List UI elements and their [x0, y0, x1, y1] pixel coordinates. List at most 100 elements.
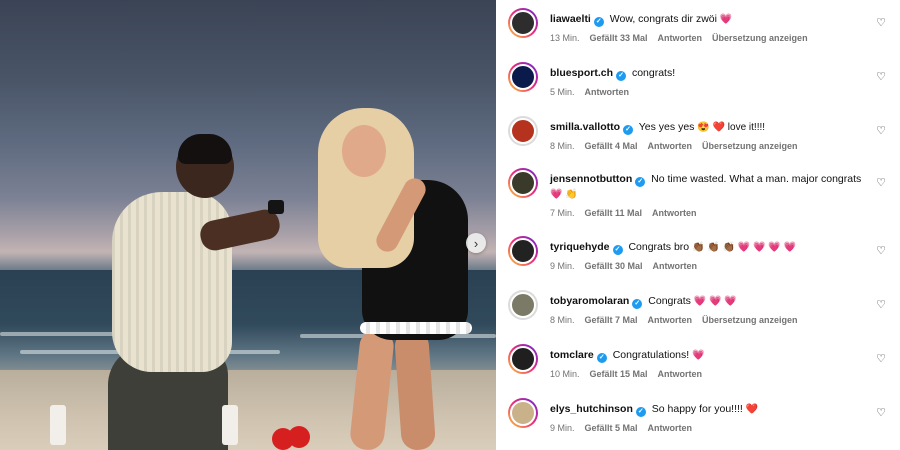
verified-badge-icon: ✓: [593, 17, 604, 27]
comment-meta: 9 Min. Gefällt 30 Mal Antworten: [550, 261, 870, 271]
photo-heart-balloon: [288, 426, 310, 448]
comment-body: elys_hutchinson ✓ So happy for you!!!! ❤️…: [550, 402, 870, 433]
comment-username[interactable]: tyriquehyde: [550, 241, 610, 253]
comment-line: tomclare ✓ Congratulations! 💗: [550, 348, 870, 363]
comment-likes[interactable]: Gefällt 11 Mal: [585, 208, 643, 218]
comment-username[interactable]: smilla.vallotto: [550, 121, 620, 133]
comment-line: bluesport.ch ✓ congrats!: [550, 66, 870, 81]
heart-outline-icon[interactable]: ♡: [876, 354, 886, 365]
avatar-image: [510, 238, 536, 264]
comment-body: bluesport.ch ✓ congrats! 5 Min. Antworten: [550, 66, 870, 97]
reply-button[interactable]: Antworten: [658, 369, 703, 379]
comment-emoji: 💗: [692, 350, 705, 361]
comment-item: tomclare ✓ Congratulations! 💗 10 Min. Gef…: [496, 340, 900, 394]
comment-item: liawaelti ✓ Wow, congrats dir zwöi 💗 13 M…: [496, 4, 900, 58]
comment-text: No time wasted. What a man. major congra…: [651, 173, 862, 185]
comment-emoji: 💗: [719, 14, 733, 25]
comment-body: smilla.vallotto ✓ Yes yes yes 😍 ❤️ love i…: [550, 120, 870, 151]
reply-button[interactable]: Antworten: [652, 208, 697, 218]
comment-body: tomclare ✓ Congratulations! 💗 10 Min. Gef…: [550, 348, 870, 379]
comment-text: So happy for you!!!!: [651, 403, 743, 415]
comment-body: jensennotbutton ✓ No time wasted. What a …: [550, 172, 870, 218]
comment-time[interactable]: 7 Min.: [550, 208, 575, 218]
heart-outline-icon[interactable]: ♡: [876, 246, 886, 257]
post-photo[interactable]: ›: [0, 0, 496, 450]
comment-text: Congrats: [648, 295, 691, 307]
avatar[interactable]: [508, 168, 538, 198]
comment-line: tobyaromolaran ✓ Congrats 💗 💗 💗: [550, 294, 870, 309]
reply-button[interactable]: Antworten: [648, 423, 693, 433]
comment-text: congrats!: [631, 67, 676, 79]
next-image-button[interactable]: ›: [466, 233, 486, 253]
reply-button[interactable]: Antworten: [585, 87, 630, 97]
photo-ring-box: [268, 200, 284, 214]
comment-time[interactable]: 5 Min.: [550, 87, 575, 97]
comments-panel[interactable]: liawaelti ✓ Wow, congrats dir zwöi 💗 13 M…: [496, 0, 900, 450]
comment-emoji: 💗 👏: [550, 189, 578, 200]
heart-outline-icon[interactable]: ♡: [876, 300, 886, 311]
comment-likes[interactable]: Gefällt 7 Mal: [585, 315, 638, 325]
comment-text: Congrats bro: [628, 241, 690, 253]
comment-username[interactable]: jensennotbutton: [550, 173, 632, 185]
photo-woman-face: [342, 125, 386, 177]
comment-meta: 7 Min. Gefällt 11 Mal Antworten: [550, 208, 870, 218]
reply-button[interactable]: Antworten: [648, 315, 693, 325]
comment-meta: 8 Min. Gefällt 4 Mal Antworten Übersetzu…: [550, 141, 870, 151]
avatar-image: [510, 400, 536, 426]
avatar[interactable]: [508, 62, 538, 92]
comment-body: tobyaromolaran ✓ Congrats 💗 💗 💗 8 Min. Ge…: [550, 294, 870, 325]
reply-button[interactable]: Antworten: [658, 33, 703, 43]
verified-badge-icon: ✓: [635, 177, 646, 187]
heart-outline-icon[interactable]: ♡: [876, 126, 886, 137]
avatar[interactable]: [508, 398, 538, 428]
comment-likes[interactable]: Gefällt 15 Mal: [590, 369, 648, 379]
avatar[interactable]: [508, 236, 538, 266]
avatar-image: [510, 118, 536, 144]
comment-time[interactable]: 13 Min.: [550, 33, 580, 43]
comment-username[interactable]: tobyaromolaran: [550, 295, 629, 307]
comment-line: jensennotbutton ✓ No time wasted. What a …: [550, 172, 870, 202]
comment-username[interactable]: elys_hutchinson: [550, 403, 633, 415]
comment-username[interactable]: tomclare: [550, 349, 594, 361]
heart-outline-icon[interactable]: ♡: [876, 178, 886, 189]
comment-likes[interactable]: Gefällt 33 Mal: [590, 33, 648, 43]
heart-outline-icon[interactable]: ♡: [876, 408, 886, 419]
photo-sign-letter: [50, 405, 66, 445]
post-view: › liawaelti ✓ Wow, congrats dir zwöi 💗 13…: [0, 0, 900, 450]
comment-item: bluesport.ch ✓ congrats! 5 Min. Antworten…: [496, 58, 900, 112]
comment-meta: 5 Min. Antworten: [550, 87, 870, 97]
photo-woman-dress-hem: [360, 322, 472, 334]
comment-body: tyriquehyde ✓ Congrats bro 👏🏾 👏🏾 👏🏾 💗 💗 💗…: [550, 240, 870, 271]
avatar[interactable]: [508, 8, 538, 38]
translate-button[interactable]: Übersetzung anzeigen: [712, 33, 808, 43]
avatar-image: [510, 346, 536, 372]
comment-likes[interactable]: Gefällt 30 Mal: [585, 261, 643, 271]
comment-time[interactable]: 9 Min.: [550, 423, 575, 433]
comment-line: tyriquehyde ✓ Congrats bro 👏🏾 👏🏾 👏🏾 💗 💗 💗…: [550, 240, 870, 255]
comment-username[interactable]: liawaelti: [550, 13, 591, 25]
comment-meta: 8 Min. Gefällt 7 Mal Antworten Übersetzu…: [550, 315, 870, 325]
comment-time[interactable]: 8 Min.: [550, 141, 575, 151]
comment-likes[interactable]: Gefällt 5 Mal: [585, 423, 638, 433]
avatar[interactable]: [508, 116, 538, 146]
comment-username[interactable]: bluesport.ch: [550, 67, 613, 79]
translate-button[interactable]: Übersetzung anzeigen: [702, 141, 798, 151]
reply-button[interactable]: Antworten: [653, 261, 698, 271]
comment-text: Congratulations!: [612, 349, 690, 361]
heart-outline-icon[interactable]: ♡: [876, 18, 886, 29]
comment-time[interactable]: 10 Min.: [550, 369, 580, 379]
comment-body: liawaelti ✓ Wow, congrats dir zwöi 💗 13 M…: [550, 12, 870, 43]
translate-button[interactable]: Übersetzung anzeigen: [702, 315, 798, 325]
verified-badge-icon: ✓: [612, 245, 623, 255]
comment-time[interactable]: 8 Min.: [550, 315, 575, 325]
comment-meta: 10 Min. Gefällt 15 Mal Antworten: [550, 369, 870, 379]
heart-outline-icon[interactable]: ♡: [876, 72, 886, 83]
comment-time[interactable]: 9 Min.: [550, 261, 575, 271]
verified-badge-icon: ✓: [635, 407, 646, 417]
comment-likes[interactable]: Gefällt 4 Mal: [585, 141, 638, 151]
comment-line: smilla.vallotto ✓ Yes yes yes 😍 ❤️ love i…: [550, 120, 870, 135]
verified-badge-icon: ✓: [596, 353, 607, 363]
reply-button[interactable]: Antworten: [648, 141, 693, 151]
avatar[interactable]: [508, 290, 538, 320]
avatar[interactable]: [508, 344, 538, 374]
